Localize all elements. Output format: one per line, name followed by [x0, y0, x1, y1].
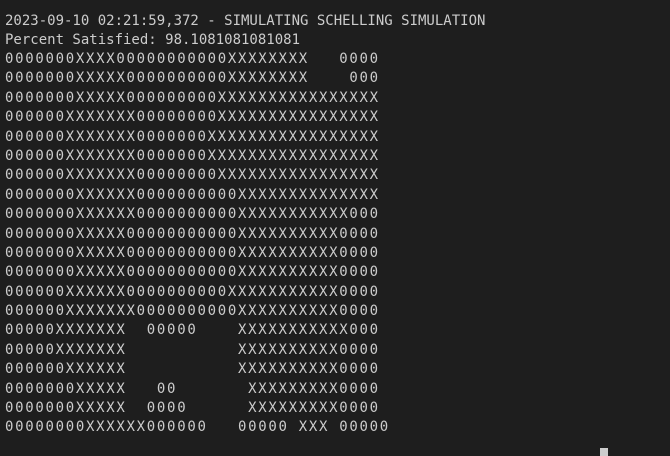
- log-line: 2023-09-10 02:21:59,372 - SIMULATING SCH…: [5, 13, 486, 29]
- grid-row: 000000XXXXXXX0000000XXXXXXXXXXXXXXXXX: [5, 147, 380, 164]
- grid-row: 000000XXXXXXX00000000XXXXXXXXXXXXXXXX: [5, 109, 380, 126]
- grid-row: 0000000XXXXX00000000000XXXXXXXXXX0000: [5, 244, 380, 261]
- grid-row: 0000000XXXXX 0000 XXXXXXXXX0000: [5, 400, 380, 417]
- grid-row: 0000000XXXXXX0000000000XXXXXXXXXXXXXX: [5, 186, 380, 203]
- percent-satisfied-line: Percent Satisfied: 98.1081081081081: [5, 32, 301, 48]
- grid-row: 0000000XXXXX00000000000XXXXXXXXXX0000: [5, 225, 380, 242]
- grid-row: 000000XXXXXXX0000000XXXXXXXXXXXXXXXXX: [5, 128, 380, 145]
- grid-row: 00000XXXXXXX XXXXXXXXXX0000: [5, 341, 380, 358]
- terminal-window[interactable]: 2023-09-10 02:21:59,372 - SIMULATING SCH…: [0, 0, 670, 456]
- grid-row: 00000XXXXXXX 00000 XXXXXXXXXXX000: [5, 322, 380, 339]
- grid-row: 000000XXXXXXX0000000000XXXXXXXXXX0000: [5, 303, 380, 320]
- grid-row: 00000000XXXXXX000000 00000 XXX 00000: [5, 419, 390, 436]
- grid-row: 0000000XXXX00000000000XXXXXXXX 0000: [5, 51, 380, 67]
- grid-row: 0000000XXXXX0000000000XXXXXXXX 000: [5, 70, 380, 87]
- grid-row: 0000000XXXXX 00 XXXXXXXXX0000: [5, 380, 380, 397]
- simulation-grid: 0000000XXXX00000000000XXXXXXXX 0000 0000…: [5, 50, 670, 438]
- text-cursor: [600, 448, 608, 456]
- grid-row: 0000000XXXXXX0000000000XXXXXXXXXXX000: [5, 206, 380, 223]
- grid-row: 000000XXXXXXX00000000XXXXXXXXXXXXXXXX: [5, 167, 380, 184]
- grid-row: 0000000XXXXX00000000000XXXXXXXXXX0000: [5, 264, 380, 281]
- grid-row: 000000XXXXXX XXXXXXXXXX0000: [5, 361, 380, 378]
- grid-row: 000000XXXXXX0000000000XXXXXXXXXXX0000: [5, 283, 380, 300]
- grid-row: 0000000XXXXX000000000XXXXXXXXXXXXXXXX: [5, 89, 380, 106]
